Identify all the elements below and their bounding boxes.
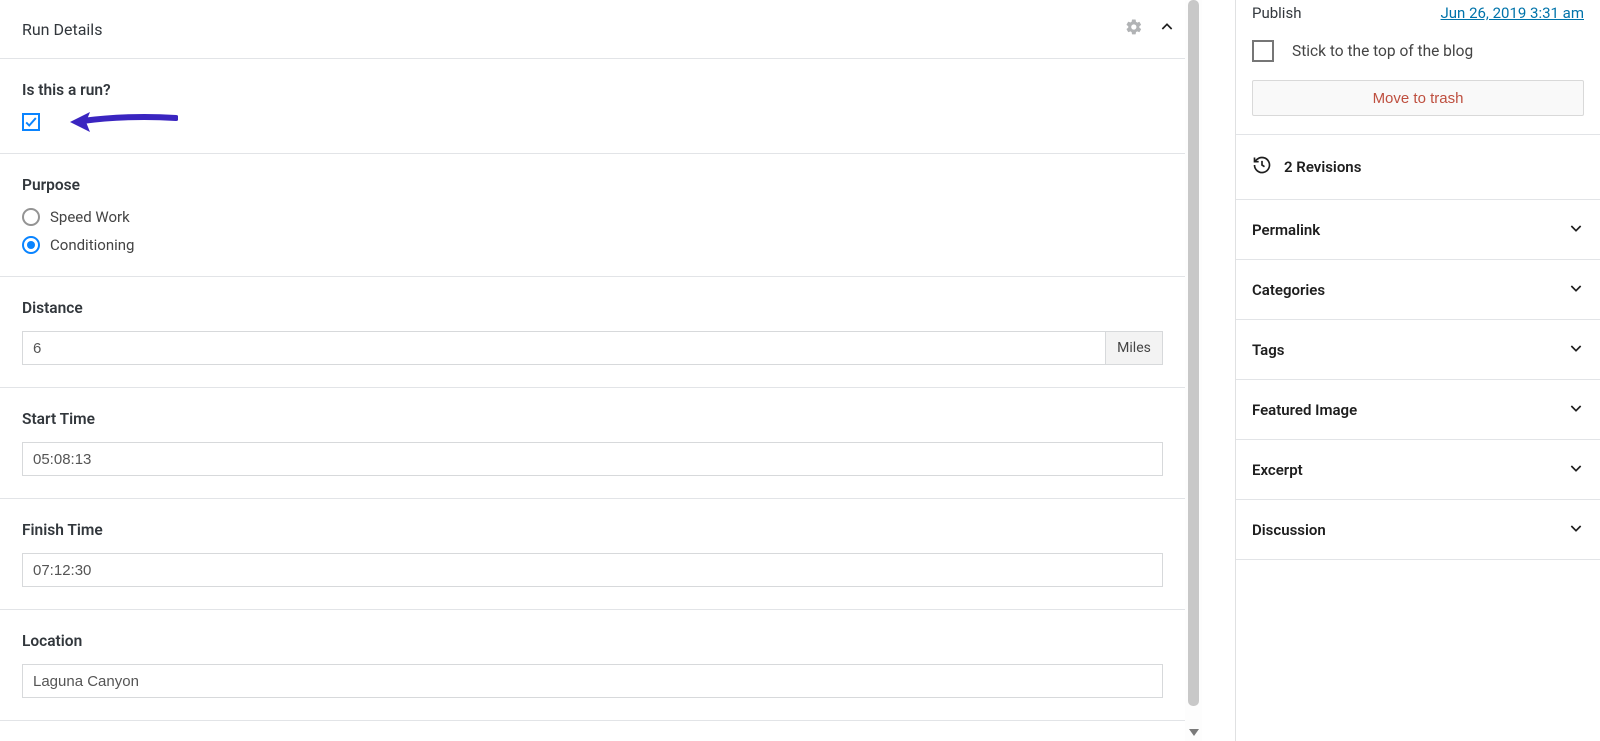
accordion-label: Featured Image — [1252, 401, 1357, 419]
section-location: Location — [0, 610, 1185, 721]
distance-input-wrap: Miles — [22, 331, 1163, 365]
sidebar: Publish Jun 26, 2019 3:31 am Stick to th… — [1235, 0, 1600, 741]
sidebar-sticky-row[interactable]: Stick to the top of the blog — [1236, 40, 1600, 80]
chevron-down-icon — [1568, 340, 1584, 360]
radio-label: Speed Work — [50, 208, 130, 226]
section-finish-time: Finish Time — [0, 499, 1185, 610]
accordion-label: Permalink — [1252, 221, 1320, 239]
accordion-label: Excerpt — [1252, 461, 1303, 479]
sidebar-revisions[interactable]: 2 Revisions — [1236, 135, 1600, 200]
sidebar-publish-label: Publish — [1252, 4, 1301, 22]
section-distance: Distance Miles — [0, 277, 1185, 388]
chevron-down-icon — [1568, 400, 1584, 420]
input-distance[interactable] — [22, 331, 1105, 365]
label-location: Location — [22, 632, 1163, 650]
section-purpose: Purpose Speed Work Conditioning — [0, 154, 1185, 277]
revisions-text: 2 Revisions — [1284, 158, 1361, 176]
label-distance-unit: Miles — [1105, 331, 1163, 365]
accordion-label: Discussion — [1252, 521, 1326, 539]
scrollbar-thumb[interactable] — [1188, 0, 1199, 706]
accordion-tags[interactable]: Tags — [1236, 320, 1600, 380]
input-start-time[interactable] — [22, 442, 1163, 476]
sidebar-publish-row: Publish Jun 26, 2019 3:31 am — [1236, 0, 1600, 40]
radio-label: Conditioning — [50, 236, 134, 254]
checkbox-is-run[interactable] — [22, 113, 40, 131]
move-to-trash-button[interactable]: Move to trash — [1252, 80, 1584, 116]
panel-header-actions — [1125, 18, 1185, 40]
radio-conditioning[interactable]: Conditioning — [22, 236, 1163, 254]
accordion-excerpt[interactable]: Excerpt — [1236, 440, 1600, 500]
input-location[interactable] — [22, 664, 1163, 698]
section-start-time: Start Time — [0, 388, 1185, 499]
panel-title: Run Details — [22, 20, 102, 39]
chevron-down-icon — [1568, 280, 1584, 300]
chevron-down-icon — [1568, 220, 1584, 240]
section-is-run: Is this a run? — [0, 59, 1185, 154]
radio-circle-icon — [22, 236, 40, 254]
panel-header: Run Details — [0, 0, 1185, 59]
accordion-permalink[interactable]: Permalink — [1236, 200, 1600, 260]
accordion-label: Tags — [1252, 341, 1285, 359]
sidebar-publish-link[interactable]: Jun 26, 2019 3:31 am — [1441, 4, 1584, 22]
accordion-featured-image[interactable]: Featured Image — [1236, 380, 1600, 440]
label-sticky: Stick to the top of the blog — [1292, 42, 1473, 60]
radio-circle-icon — [22, 208, 40, 226]
scrollbar-track[interactable] — [1185, 0, 1202, 741]
main-editor-area: Run Details Is this a run? Purpose — [0, 0, 1202, 741]
label-is-run: Is this a run? — [22, 81, 1163, 99]
chevron-down-icon — [1568, 520, 1584, 540]
accordion-label: Categories — [1252, 281, 1325, 299]
label-start-time: Start Time — [22, 410, 1163, 428]
chevron-down-icon — [1568, 460, 1584, 480]
accordion-categories[interactable]: Categories — [1236, 260, 1600, 320]
radio-group-purpose: Speed Work Conditioning — [22, 208, 1163, 254]
accordion-discussion[interactable]: Discussion — [1236, 500, 1600, 560]
label-distance: Distance — [22, 299, 1163, 317]
gear-icon[interactable] — [1125, 18, 1143, 40]
radio-speed-work[interactable]: Speed Work — [22, 208, 1163, 226]
chevron-up-icon[interactable] — [1159, 19, 1175, 39]
label-finish-time: Finish Time — [22, 521, 1163, 539]
label-purpose: Purpose — [22, 176, 1163, 194]
history-icon — [1252, 155, 1272, 179]
panel-content: Run Details Is this a run? Purpose — [0, 0, 1202, 721]
layout-gap — [1202, 0, 1235, 741]
checkbox-sticky[interactable] — [1252, 40, 1274, 62]
input-finish-time[interactable] — [22, 553, 1163, 587]
scrollbar-down-icon[interactable] — [1185, 725, 1202, 739]
